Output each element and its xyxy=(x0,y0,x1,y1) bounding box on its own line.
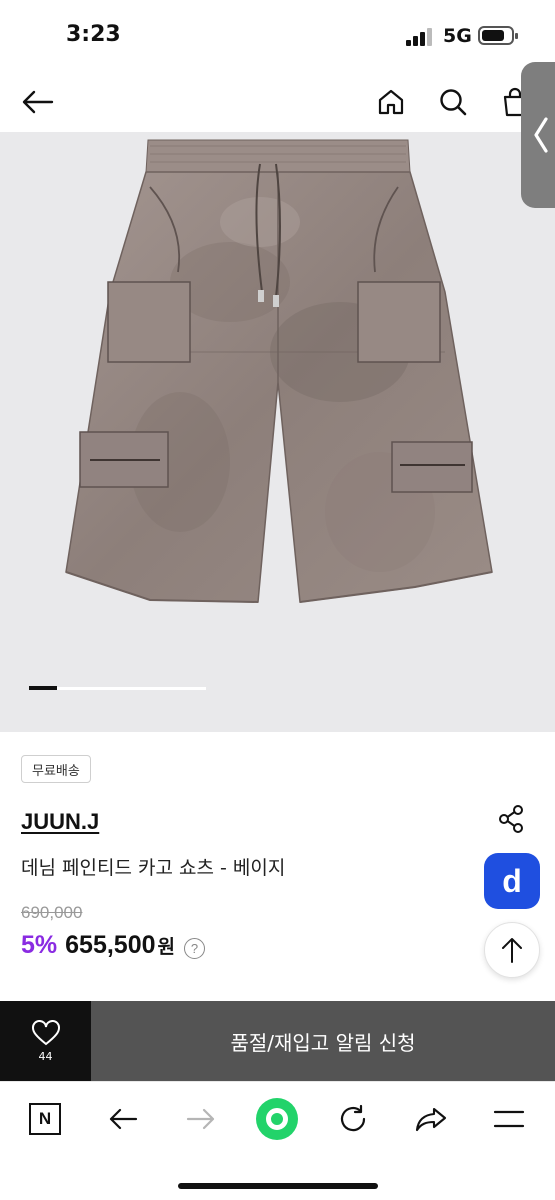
brand-link[interactable]: JUUN.J xyxy=(21,809,99,835)
status-time: 3:23 xyxy=(66,22,121,47)
discount-rate: 5% xyxy=(21,931,58,959)
chevron-left-icon xyxy=(534,117,548,153)
home-icon xyxy=(378,89,404,115)
refresh-icon xyxy=(340,1104,366,1132)
refresh-button[interactable] xyxy=(330,1096,376,1142)
home-indicator xyxy=(178,1183,378,1189)
bottom-action-bar: 44 품절/재입고 알림 신청 xyxy=(0,1001,555,1081)
network-label: 5G xyxy=(443,25,472,47)
cargo-shorts-image xyxy=(65,139,493,603)
share-icon xyxy=(499,805,523,833)
signal-icon xyxy=(406,28,434,46)
browser-back-button[interactable] xyxy=(100,1096,146,1142)
scroll-top-button[interactable] xyxy=(484,922,540,978)
like-count: 44 xyxy=(38,1049,53,1063)
like-button[interactable]: 44 xyxy=(0,1001,91,1081)
arrow-up-icon xyxy=(502,938,522,963)
home-button[interactable] xyxy=(371,82,411,122)
battery-icon xyxy=(478,26,518,45)
browser-share-button[interactable] xyxy=(408,1096,454,1142)
restock-alert-button[interactable]: 품절/재입고 알림 신청 xyxy=(91,1001,555,1081)
price-row: 5% 655,500 원 ? xyxy=(21,931,205,960)
green-dot-icon xyxy=(256,1098,298,1140)
side-drawer-tab[interactable] xyxy=(521,62,555,208)
app-header xyxy=(0,70,555,132)
search-button[interactable] xyxy=(433,82,473,122)
back-arrow-icon xyxy=(22,90,54,114)
n-icon: N xyxy=(29,1103,61,1135)
price-help-icon[interactable]: ? xyxy=(184,938,205,959)
n-icon-label: N xyxy=(38,1109,52,1128)
status-bar: 3:23 5G xyxy=(0,0,555,70)
currency-label: 원 xyxy=(157,937,175,958)
browser-forward-button[interactable] xyxy=(178,1096,224,1142)
heart-icon xyxy=(31,1019,60,1045)
d-app-button[interactable]: d xyxy=(484,853,540,909)
search-icon xyxy=(440,89,467,116)
back-button[interactable] xyxy=(18,82,58,122)
share-button[interactable] xyxy=(494,802,528,836)
sale-price: 655,500 xyxy=(65,931,156,959)
menu-icon xyxy=(493,1110,525,1128)
image-slider-thumb xyxy=(29,686,57,690)
forward-icon xyxy=(186,1108,215,1130)
green-home-button[interactable] xyxy=(254,1096,300,1142)
menu-button[interactable] xyxy=(486,1096,532,1142)
product-image[interactable] xyxy=(0,132,555,732)
free-shipping-badge: 무료배송 xyxy=(21,755,91,783)
tabs-button[interactable]: N xyxy=(22,1096,68,1142)
share-arrow-icon xyxy=(415,1107,447,1132)
product-name: 데님 페인티드 카고 쇼츠 - 베이지 xyxy=(21,857,286,879)
original-price: 690,000 xyxy=(21,903,83,922)
back-icon xyxy=(109,1108,138,1130)
